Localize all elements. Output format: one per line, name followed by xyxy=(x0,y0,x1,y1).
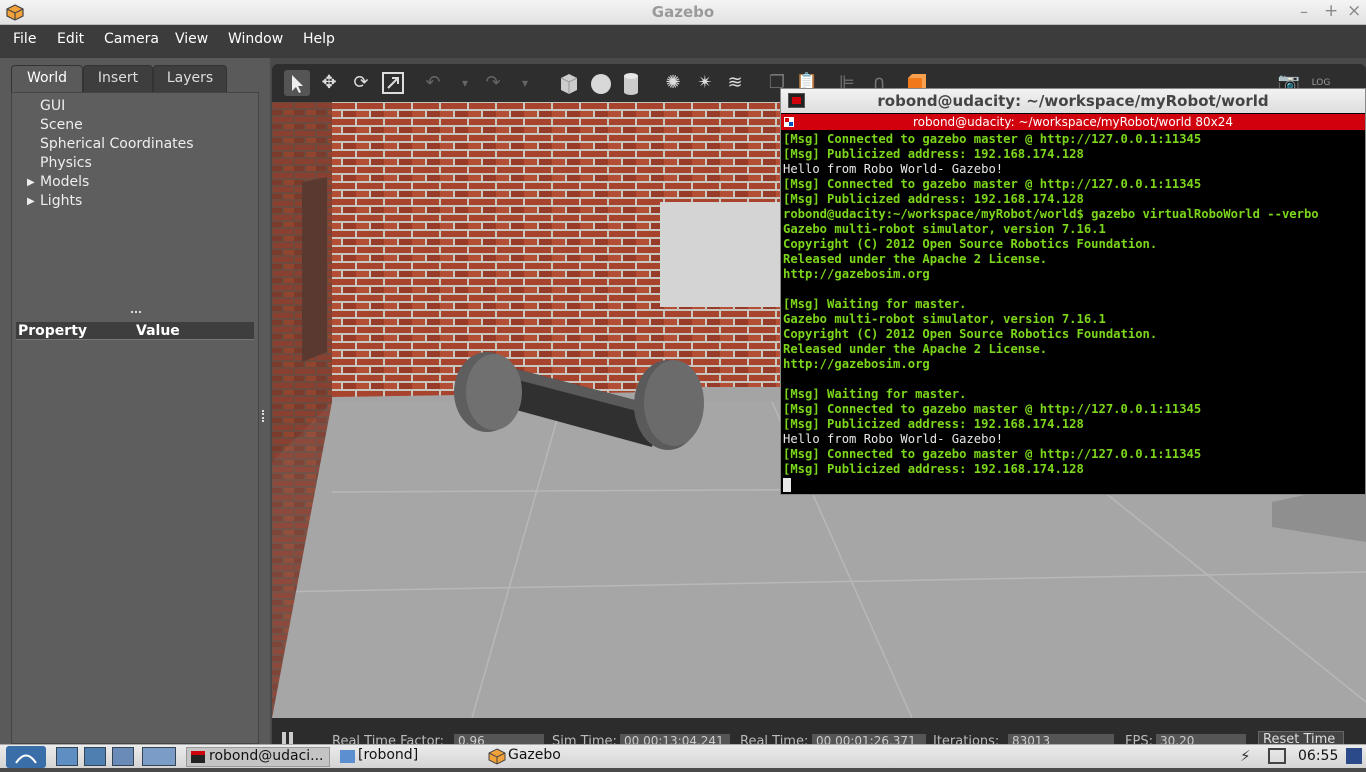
directional-light-icon[interactable]: ≋ xyxy=(722,70,748,96)
clock: 06:55 xyxy=(1298,748,1339,764)
terminal-line: http://gazebosim.org xyxy=(783,267,930,281)
terminal-task-icon xyxy=(191,751,205,763)
splitter-handle[interactable] xyxy=(131,311,141,315)
terminal-line: [Msg] Publicized address: 192.168.174.12… xyxy=(783,192,1084,206)
menu-help[interactable]: Help xyxy=(303,31,335,47)
terminal-line: Hello from Robo World- Gazebo! xyxy=(783,432,1004,446)
terminal-line: [Msg] Connected to gazebo master @ http:… xyxy=(783,402,1202,416)
taskbar-terminal-label: robond@udaci... xyxy=(209,748,324,764)
title-bar: Gazebo – + × xyxy=(0,0,1366,25)
select-mode-icon[interactable] xyxy=(284,70,310,96)
tab-world[interactable]: World xyxy=(11,65,83,93)
terminal-cursor xyxy=(783,478,791,492)
sphere-shape-icon[interactable] xyxy=(588,70,614,96)
terminal-line: http://gazebosim.org xyxy=(783,357,930,371)
browser-icon[interactable] xyxy=(142,747,176,766)
terminal-line: [Msg] Publicized address: 192.168.174.12… xyxy=(783,417,1084,431)
folder-icon xyxy=(340,750,355,763)
cylinder-shape-icon[interactable] xyxy=(618,70,644,96)
terminal-line: Gazebo multi-robot simulator, version 7.… xyxy=(783,312,1106,326)
reset-time-button[interactable]: Reset Time xyxy=(1258,731,1344,745)
tree-item-physics[interactable]: Physics xyxy=(40,155,92,171)
box-shape-icon[interactable] xyxy=(556,70,582,96)
terminal-line: Released under the Apache 2 License. xyxy=(783,252,1048,266)
terminal-line: [Msg] Publicized address: 192.168.174.12… xyxy=(783,147,1084,161)
property-header-row: Property Value xyxy=(16,322,254,340)
menu-edit[interactable]: Edit xyxy=(57,31,84,47)
window-list-icon[interactable] xyxy=(112,747,134,766)
taskbar-folder-label: [robond] xyxy=(358,747,419,763)
tree-item-models[interactable]: Models xyxy=(40,174,89,190)
tree-item-gui[interactable]: GUI xyxy=(40,98,65,114)
show-desktop-icon[interactable] xyxy=(56,747,78,766)
terminal-line: [Msg] Waiting for master. xyxy=(783,387,967,401)
terminal-line: [Msg] Connected to gazebo master @ http:… xyxy=(783,177,1202,191)
taskbar: robond@udaci... [robond] Gazebo ⚡ 06:55 xyxy=(0,744,1366,768)
pause-icon[interactable] xyxy=(282,732,296,744)
tree-item-scene[interactable]: Scene xyxy=(40,117,83,133)
redo-icon[interactable]: ↷ xyxy=(480,70,506,96)
terminal-line: [Msg] Publicized address: 192.168.174.12… xyxy=(783,462,1084,476)
left-panel: World Insert Layers GUI Scene Spherical … xyxy=(0,58,270,744)
terminal-line: [Msg] Waiting for master. xyxy=(783,297,967,311)
scale-mode-icon[interactable] xyxy=(380,70,406,96)
window-title: Gazebo xyxy=(651,3,715,21)
terminal-line: [Msg] Connected to gazebo master @ http:… xyxy=(783,132,1202,146)
taskbar-terminal-task[interactable]: robond@udaci... xyxy=(186,747,330,767)
rotate-mode-icon[interactable]: ⟳ xyxy=(348,70,374,96)
taskbar-gazebo-task[interactable]: Gazebo xyxy=(486,747,636,767)
close-button[interactable]: × xyxy=(1347,1,1361,21)
property-column-header: Property xyxy=(18,323,88,339)
start-menu-icon[interactable] xyxy=(6,746,46,768)
sim-status-bar: Real Time Factor: 0.96 Sim Time: 00 00:1… xyxy=(272,718,1366,749)
maximize-button[interactable]: + xyxy=(1324,1,1338,21)
terminal-line: Copyright (C) 2012 Open Source Robotics … xyxy=(783,237,1158,251)
expand-arrow-icon[interactable]: ▶ xyxy=(27,177,35,188)
terminal-tab-icon xyxy=(784,117,794,127)
menu-view[interactable]: View xyxy=(175,31,208,47)
terminal-line: [Msg] Connected to gazebo master @ http:… xyxy=(783,447,1202,461)
terminal-line: Released under the Apache 2 License. xyxy=(783,342,1048,356)
gazebo-task-icon xyxy=(488,748,506,765)
file-manager-icon[interactable] xyxy=(84,747,106,766)
expand-arrow-icon[interactable]: ▶ xyxy=(27,196,35,207)
undo-icon[interactable]: ↶ xyxy=(420,70,446,96)
taskbar-gazebo-label: Gazebo xyxy=(508,747,561,763)
redo-history-arrow-icon[interactable]: ▾ xyxy=(512,70,538,96)
menu-camera[interactable]: Camera xyxy=(104,31,159,47)
menu-bar: File Edit Camera View Window Help xyxy=(0,25,1366,58)
menu-window[interactable]: Window xyxy=(228,31,283,47)
panel-collapse-handle[interactable] xyxy=(262,410,266,422)
terminal-output[interactable]: [Msg] Connected to gazebo master @ http:… xyxy=(781,131,1365,494)
tab-layers[interactable]: Layers xyxy=(153,65,227,93)
terminal-line: Hello from Robo World- Gazebo! xyxy=(783,162,1004,176)
terminal-line: Gazebo multi-robot simulator, version 7.… xyxy=(783,222,1106,236)
power-icon[interactable]: ⚡ xyxy=(1240,747,1251,765)
terminal-line: robond@udacity:~/workspace/myRobot/world… xyxy=(783,207,1319,221)
value-column-header: Value xyxy=(136,323,180,339)
taskbar-folder-task[interactable]: [robond] xyxy=(336,747,476,767)
menu-file[interactable]: File xyxy=(13,31,36,47)
spot-light-icon[interactable]: ✴ xyxy=(692,70,718,96)
terminal-title: robond@udacity: ~/workspace/myRobot/worl… xyxy=(781,89,1365,113)
tree-item-spherical-coordinates[interactable]: Spherical Coordinates xyxy=(40,136,194,152)
tree-item-lights[interactable]: Lights xyxy=(40,193,82,209)
undo-history-arrow-icon[interactable]: ▾ xyxy=(452,70,478,96)
point-light-icon[interactable]: ✺ xyxy=(660,70,686,96)
desktop-switch-icon[interactable] xyxy=(1346,748,1362,764)
terminal-app-icon xyxy=(788,93,805,108)
terminal-line: Copyright (C) 2012 Open Source Robotics … xyxy=(783,327,1158,341)
translate-mode-icon[interactable]: ✥ xyxy=(316,70,342,96)
terminal-window[interactable]: robond@udacity: ~/workspace/myRobot/worl… xyxy=(780,88,1366,495)
tab-insert[interactable]: Insert xyxy=(83,65,153,93)
minimize-button[interactable]: – xyxy=(1300,2,1308,21)
terminal-subtitle: robond@udacity: ~/workspace/myRobot/worl… xyxy=(781,114,1365,130)
network-icon[interactable] xyxy=(1268,748,1286,764)
